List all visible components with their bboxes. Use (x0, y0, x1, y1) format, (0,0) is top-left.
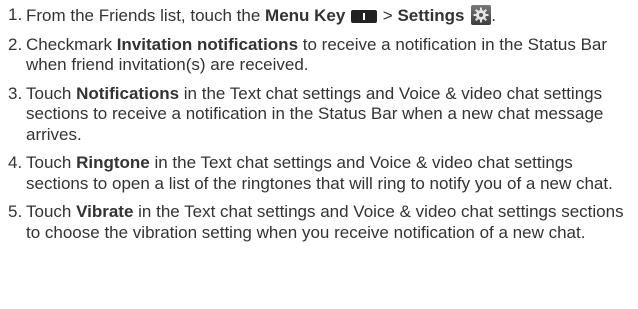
step-number: 5. (8, 202, 23, 221)
step-number: 3. (8, 83, 23, 103)
ringtone-label: Ringtone (76, 153, 150, 172)
step-number: 1. (8, 5, 23, 24)
step-text: Touch (26, 83, 77, 103)
step-2: 2. Checkmark Invitation notifications to… (8, 35, 634, 76)
step-text: > (378, 6, 398, 25)
menu-key-label: Menu Key (265, 6, 346, 25)
step-number: 2. (8, 34, 23, 54)
notifications-label: Notifications (76, 83, 180, 103)
step-1: 1. From the Friends list, touch the Menu… (8, 5, 634, 27)
step-text: From the Friends list, touch the (26, 6, 266, 25)
vibrate-label: Vibrate (76, 202, 134, 221)
menu-key-icon (351, 10, 378, 23)
steps-list: 1. From the Friends list, touch the Menu… (8, 5, 634, 243)
step-number: 4. (8, 153, 23, 172)
instructions-page: 1. From the Friends list, touch the Menu… (0, 0, 638, 309)
invitation-notifications-label: Invitation notifications (116, 34, 299, 54)
gear-icon (471, 5, 492, 25)
step-text: Touch (26, 153, 77, 172)
step-3: 3. Touch Notifications in the Text chat … (8, 84, 634, 146)
step-text: Checkmark (26, 34, 117, 54)
step-text: Touch (26, 202, 77, 221)
settings-label: Settings (397, 6, 465, 25)
step-text: . (491, 6, 496, 25)
step-5: 5. Touch Vibrate in the Text chat settin… (8, 202, 634, 243)
step-4: 4. Touch Ringtone in the Text chat setti… (8, 153, 634, 194)
